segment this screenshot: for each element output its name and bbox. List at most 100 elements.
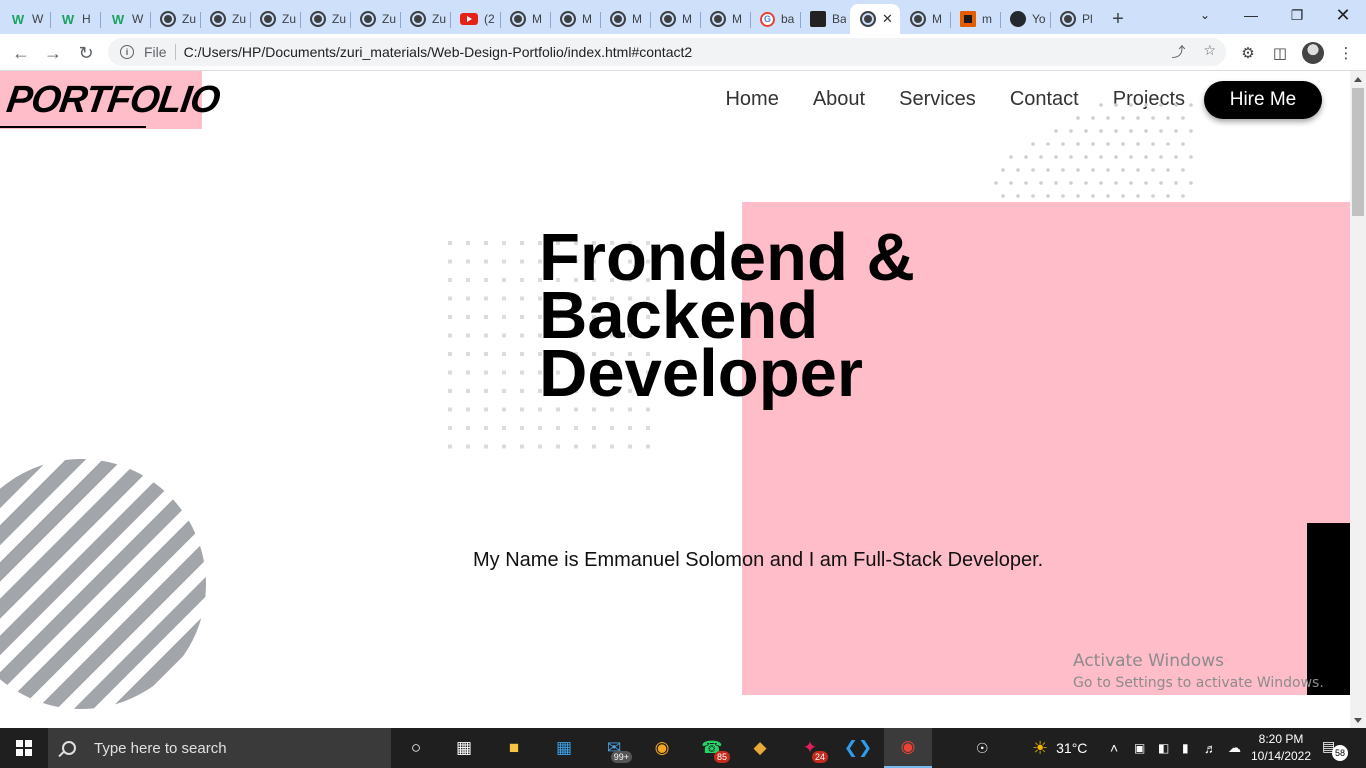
grid-dot <box>484 278 488 282</box>
bookmark-star-icon[interactable]: ☆ <box>1203 42 1216 62</box>
cortana-icon[interactable]: ○ <box>392 728 440 768</box>
browser-tab[interactable]: Zu <box>300 4 350 34</box>
minimize-button[interactable]: — <box>1228 0 1274 30</box>
extensions-puzzle-icon[interactable]: ⚙ <box>1236 41 1260 65</box>
browser-tab[interactable]: ✕ <box>850 4 900 34</box>
site-info-icon[interactable]: i <box>120 45 134 59</box>
nav-about-link[interactable]: About <box>813 88 865 111</box>
browser-tab[interactable]: (2 <box>450 4 500 34</box>
close-tab-icon[interactable]: ✕ <box>882 11 893 27</box>
browser-tab[interactable]: Zu <box>150 4 200 34</box>
reload-button[interactable]: ↻ <box>73 40 99 66</box>
browser-tab[interactable]: WW <box>0 4 50 34</box>
grid-dot <box>484 352 488 356</box>
pattern-dot <box>1039 155 1043 159</box>
battery-icon[interactable]: ▮ <box>1182 728 1189 768</box>
people-icon[interactable]: ☉ <box>976 728 989 768</box>
browser-tab[interactable]: m <box>950 4 1000 34</box>
hire-me-button[interactable]: Hire Me <box>1204 81 1322 119</box>
browser-tab[interactable]: Ba <box>800 4 850 34</box>
pattern-dot <box>1144 129 1148 133</box>
nav-services-link[interactable]: Services <box>899 88 976 111</box>
chrome-icon[interactable]: ◉ <box>884 728 932 768</box>
activate-windows-watermark: Activate Windows Go to Settings to activ… <box>1073 651 1324 691</box>
globe-icon <box>310 11 326 27</box>
scrollbar-thumb[interactable] <box>1352 88 1364 216</box>
pattern-dot <box>1174 103 1178 107</box>
site-logo[interactable]: PORTFOLIO <box>0 71 222 129</box>
page-scrollbar[interactable] <box>1350 71 1366 728</box>
omnibox[interactable]: i File C:/Users/HP/Documents/zuri_materi… <box>108 38 1226 66</box>
browser-tab[interactable]: M <box>650 4 700 34</box>
browser-tab[interactable]: WH <box>50 4 100 34</box>
scroll-up-arrow-icon[interactable] <box>1354 77 1362 82</box>
browser-tab[interactable]: M <box>700 4 750 34</box>
pattern-dot <box>1159 155 1163 159</box>
tab-search-icon[interactable]: ⌄ <box>1182 0 1228 30</box>
scroll-down-arrow-icon[interactable] <box>1354 718 1362 723</box>
whatsapp-icon[interactable]: ☎ 85 <box>688 728 736 768</box>
profile-avatar[interactable] <box>1302 42 1324 64</box>
microsoft-store-icon[interactable]: ▦ <box>540 728 588 768</box>
new-tab-button[interactable]: + <box>1100 4 1136 34</box>
back-button[interactable]: ← <box>8 40 34 66</box>
browser-tab[interactable]: Zu <box>200 4 250 34</box>
pattern-dot <box>1099 155 1103 159</box>
onedrive-cloud-icon[interactable]: ☁ <box>1228 728 1241 768</box>
grid-dot <box>448 259 452 264</box>
show-hidden-icons-chevron-icon[interactable]: ˄ <box>1110 728 1118 768</box>
mail-icon[interactable]: ✉ 99+ <box>590 728 638 768</box>
browser-tab[interactable]: M <box>550 4 600 34</box>
grid-dot <box>448 389 452 393</box>
grid-dot <box>556 426 560 430</box>
pattern-dot <box>1061 168 1065 172</box>
browser-tab[interactable]: M <box>500 4 550 34</box>
volume-icon[interactable]: ♬ <box>1204 728 1217 768</box>
share-icon[interactable]: ⤴ <box>1171 42 1185 62</box>
browser-tab[interactable]: Gba <box>750 4 800 34</box>
weather-widget[interactable]: ☀ 31°C <box>1032 728 1087 768</box>
pattern-dot <box>1151 116 1155 120</box>
grid-dot <box>592 426 596 430</box>
w-logo-icon: W <box>111 11 125 27</box>
brave-browser-icon[interactable]: ◉ <box>638 728 686 768</box>
pattern-dot <box>1189 103 1193 107</box>
slack-icon[interactable]: ✦ 24 <box>786 728 834 768</box>
side-panel-icon[interactable]: ◫ <box>1268 41 1292 65</box>
url-text[interactable]: C:/Users/HP/Documents/zuri_materials/Web… <box>184 44 693 60</box>
browser-tab[interactable]: M <box>600 4 650 34</box>
pattern-dot <box>1159 181 1163 185</box>
menu-kebab-icon[interactable]: ⋮ <box>1334 41 1358 65</box>
task-view-icon[interactable]: ▦ <box>440 728 488 768</box>
grid-dot <box>520 426 524 430</box>
notification-center-icon[interactable]: ▤ 58 <box>1322 738 1348 761</box>
address-bar-row: ← → ↻ i File C:/Users/HP/Documents/zuri_… <box>0 34 1366 71</box>
close-window-button[interactable]: ✕ <box>1320 0 1366 30</box>
nav-home-link[interactable]: Home <box>725 88 778 111</box>
grid-dot <box>502 278 506 282</box>
start-button[interactable] <box>0 728 48 768</box>
browser-tab[interactable]: Zu <box>350 4 400 34</box>
git-app-icon[interactable]: ◆ <box>736 728 784 768</box>
wifi-icon[interactable]: ◧ <box>1158 728 1169 768</box>
file-explorer-icon[interactable]: ■ <box>490 728 538 768</box>
globe-icon <box>560 11 576 27</box>
logo-text: PORTFOLIO <box>4 79 222 121</box>
system-clock[interactable]: 8:20 PM 10/14/2022 <box>1250 731 1312 765</box>
vscode-icon[interactable]: ❮❯ <box>834 728 882 768</box>
browser-tab[interactable]: M <box>900 4 950 34</box>
forward-button[interactable]: → <box>40 40 66 66</box>
taskbar-search-box[interactable]: Type here to search <box>48 728 391 768</box>
browser-tab[interactable]: Pl <box>1050 4 1100 34</box>
browser-tab[interactable]: Zu <box>400 4 450 34</box>
pattern-dot <box>1174 129 1178 133</box>
windows-taskbar: Type here to search ○ ▦ ■ ▦ ✉ 99+ ◉ ☎ 85 ◆… <box>0 728 1366 768</box>
browser-tab[interactable]: Zu <box>250 4 300 34</box>
browser-tab[interactable]: Yo <box>1000 4 1050 34</box>
browser-tab[interactable]: WW <box>100 4 150 34</box>
grid-dot <box>502 370 506 375</box>
grid-dot <box>448 407 452 412</box>
restore-button[interactable]: ❐ <box>1274 0 1320 30</box>
google-icon: G <box>760 11 775 27</box>
meet-now-icon[interactable]: ▣ <box>1134 728 1145 768</box>
